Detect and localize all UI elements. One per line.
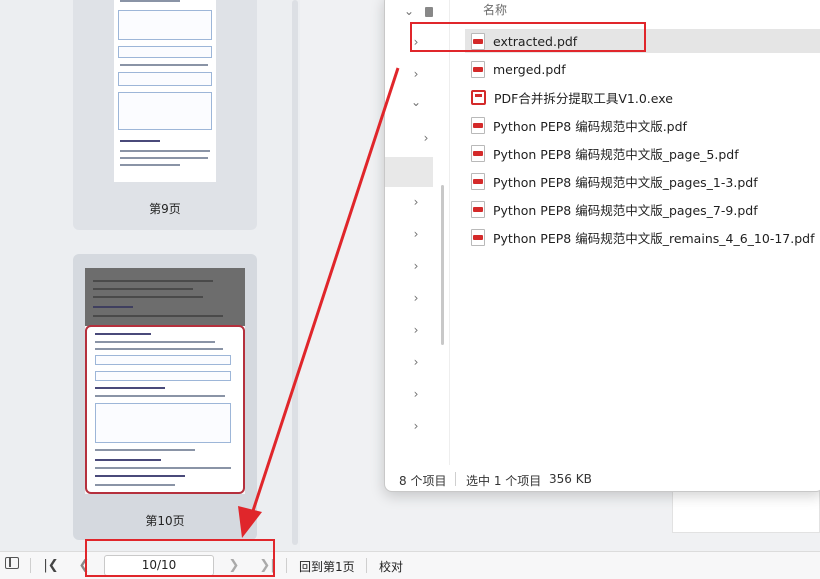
chevron-down-icon[interactable]: ⌄: [402, 4, 416, 18]
chevron-down-icon[interactable]: ⌄: [409, 95, 423, 109]
pdf-file-icon: [471, 172, 485, 190]
file-name: Python PEP8 编码规范中文版_pages_7-9.pdf: [493, 202, 758, 218]
document-page-edge: [672, 485, 820, 533]
divider: [366, 558, 367, 573]
chevron-right-icon[interactable]: ›: [419, 131, 433, 145]
file-row-pep8-pages1-3[interactable]: Python PEP8 编码规范中文版_pages_1-3.pdf: [465, 169, 820, 193]
file-row-merged[interactable]: merged.pdf: [465, 57, 820, 81]
chevron-right-icon[interactable]: ›: [409, 67, 423, 81]
back-to-first-page-button[interactable]: 回到第1页: [299, 558, 355, 575]
item-count: 8 个项目: [399, 474, 447, 488]
pane-divider: [449, 0, 450, 465]
chevron-right-icon[interactable]: ›: [409, 387, 423, 401]
divider: [286, 558, 287, 573]
nav-scrollbar[interactable]: [441, 185, 444, 345]
file-explorer-window: ⌄ › › ⌄ › › › › › › › › › 名称 extracted.p…: [384, 0, 820, 492]
column-header-name[interactable]: 名称: [483, 1, 507, 18]
chevron-right-icon[interactable]: ›: [409, 259, 423, 273]
file-name: merged.pdf: [493, 61, 566, 77]
first-page-icon[interactable]: |❮: [42, 556, 60, 574]
chevron-right-icon[interactable]: ›: [409, 195, 423, 209]
chevron-right-icon[interactable]: ›: [409, 355, 423, 369]
page-9-label: 第9页: [149, 202, 181, 216]
page-9-preview: [114, 0, 216, 182]
thumbnail-scrollbar[interactable]: [292, 0, 298, 545]
selection-size: 356 KB: [549, 472, 592, 486]
chevron-right-icon[interactable]: ›: [409, 227, 423, 241]
file-row-tool-exe[interactable]: PDF合并拆分提取工具V1.0.exe: [465, 85, 820, 109]
file-row-pep8[interactable]: Python PEP8 编码规范中文版.pdf: [465, 113, 820, 137]
drive-icon: [425, 7, 433, 17]
page-10-label: 第10页: [145, 514, 185, 528]
app-exe-icon: [471, 89, 486, 105]
divider: [455, 472, 456, 486]
file-name: Python PEP8 编码规范中文版.pdf: [493, 118, 687, 134]
annotation-box-page-indicator: [85, 539, 275, 577]
chevron-right-icon[interactable]: ›: [409, 291, 423, 305]
file-name: PDF合并拆分提取工具V1.0.exe: [494, 90, 673, 106]
file-row-pep8-pages7-9[interactable]: Python PEP8 编码规范中文版_pages_7-9.pdf: [465, 197, 820, 221]
thumbnail-page-10[interactable]: 第10页: [73, 254, 257, 540]
pdf-file-icon: [471, 60, 485, 78]
proofread-button[interactable]: 校对: [379, 558, 403, 575]
file-name: Python PEP8 编码规范中文版_page_5.pdf: [493, 146, 739, 162]
thumbnail-page-9[interactable]: 第9页: [73, 0, 257, 230]
selection-count: 选中 1 个项目: [466, 474, 542, 488]
thumbnail-panel: 第9页 第10页: [0, 0, 300, 551]
file-row-pep8-page5[interactable]: Python PEP8 编码规范中文版_page_5.pdf: [465, 141, 820, 165]
divider: [30, 558, 31, 573]
nav-item-selected[interactable]: [385, 157, 433, 187]
file-row-pep8-remains[interactable]: Python PEP8 编码规范中文版_remains_4_6_10-17.pd…: [465, 225, 820, 249]
annotation-box-extracted-file: [410, 22, 646, 52]
chevron-right-icon[interactable]: ›: [409, 323, 423, 337]
unselected-region-overlay: [85, 268, 245, 326]
selected-region-frame[interactable]: [85, 325, 245, 494]
page-10-preview: [85, 268, 245, 494]
pdf-file-icon: [471, 116, 485, 134]
navigation-pane: ⌄ › › ⌄ › › › › › › › › ›: [385, 0, 445, 465]
pdf-file-icon: [471, 144, 485, 162]
pdf-file-icon: [471, 200, 485, 218]
status-bar: 8 个项目 选中 1 个项目 356 KB: [385, 467, 820, 491]
chevron-right-icon[interactable]: ›: [409, 419, 423, 433]
pdf-file-icon: [471, 228, 485, 246]
file-name: Python PEP8 编码规范中文版_remains_4_6_10-17.pd…: [493, 230, 815, 246]
sidebar-toggle-icon[interactable]: [5, 557, 19, 569]
file-name: Python PEP8 编码规范中文版_pages_1-3.pdf: [493, 174, 758, 190]
